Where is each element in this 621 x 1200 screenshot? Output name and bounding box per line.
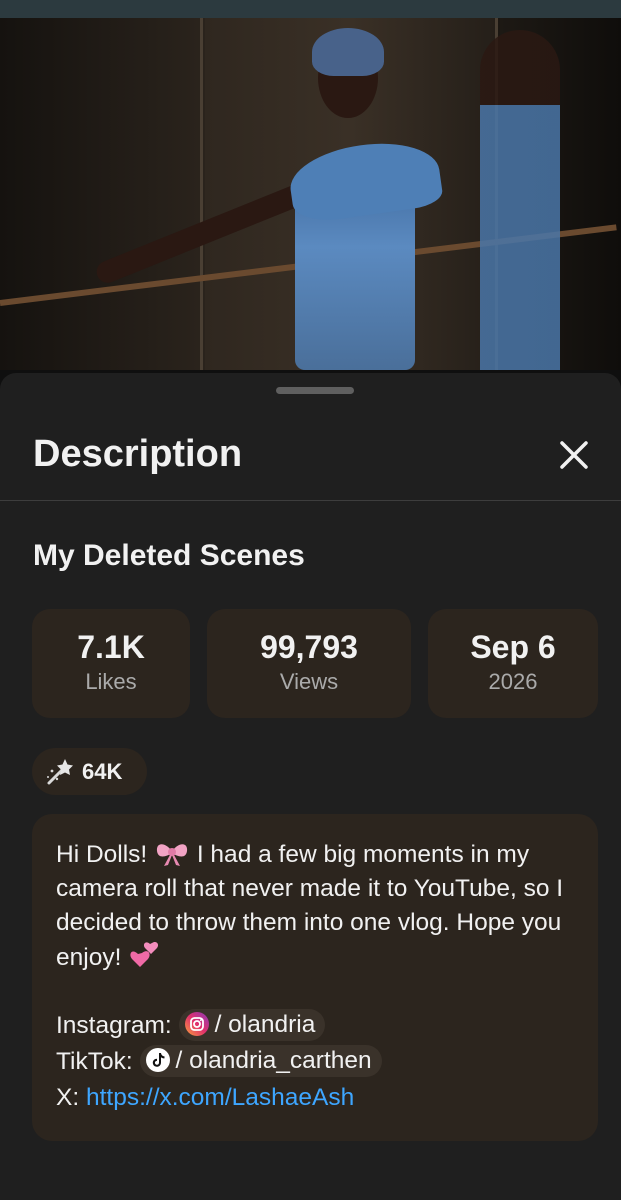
views-value: 99,793: [260, 629, 358, 665]
divider: [0, 500, 621, 501]
elevator-seam: [200, 18, 203, 370]
instagram-label: Instagram:: [56, 1012, 179, 1039]
close-button[interactable]: [552, 433, 596, 477]
social-links: Instagram: / olandria TikTok: / olandria…: [56, 1009, 574, 1117]
sheet-title: Description: [33, 433, 243, 475]
instagram-handle: / olandria: [214, 1011, 316, 1038]
likes-value: 7.1K: [77, 629, 145, 665]
status-strip: [0, 0, 621, 18]
remix-chip[interactable]: 64K: [32, 748, 147, 795]
x-label: X:: [56, 1084, 86, 1111]
figure-hair: [312, 28, 384, 76]
description-text: Hi Dolls! I had a few big moments in my …: [56, 838, 574, 975]
likes-stat: 7.1K Likes: [32, 609, 190, 718]
drag-handle[interactable]: [276, 387, 354, 394]
x-line: X: https://x.com/LashaeAsh: [56, 1081, 574, 1117]
magic-wand-icon: [47, 759, 73, 785]
description-box: Hi Dolls! I had a few big moments in my …: [32, 814, 598, 1141]
video-player[interactable]: [0, 0, 621, 370]
date-stat: Sep 6 2026: [428, 609, 598, 718]
views-label: Views: [279, 669, 339, 694]
instagram-icon: [184, 1012, 209, 1036]
two-hearts-emoji: [130, 941, 159, 967]
video-frame-left: [0, 18, 200, 370]
instagram-link[interactable]: / olandria: [178, 1009, 326, 1041]
instagram-line: Instagram: / olandria: [56, 1009, 574, 1045]
remix-count: 64K: [82, 759, 123, 784]
ribbon-emoji: [156, 844, 188, 866]
close-icon: [560, 441, 588, 469]
description-intro: Hi Dolls!: [56, 841, 155, 868]
date-year: 2026: [488, 669, 538, 694]
likes-label: Likes: [85, 669, 137, 694]
video-title: My Deleted Scenes: [33, 539, 305, 572]
views-stat: 99,793 Views: [207, 609, 411, 718]
tiktok-line: TikTok: / olandria_carthen: [56, 1045, 574, 1081]
tiktok-handle: / olandria_carthen: [175, 1047, 372, 1074]
tiktok-icon: [145, 1048, 170, 1072]
x-link[interactable]: https://x.com/LashaeAsh: [86, 1084, 354, 1111]
tiktok-link[interactable]: / olandria_carthen: [139, 1045, 382, 1077]
mirror-reflection: [480, 30, 560, 370]
date-value: Sep 6: [470, 629, 556, 665]
description-sheet: Description My Deleted Scenes 7.1K Likes…: [0, 373, 621, 1200]
tiktok-label: TikTok:: [56, 1048, 140, 1075]
